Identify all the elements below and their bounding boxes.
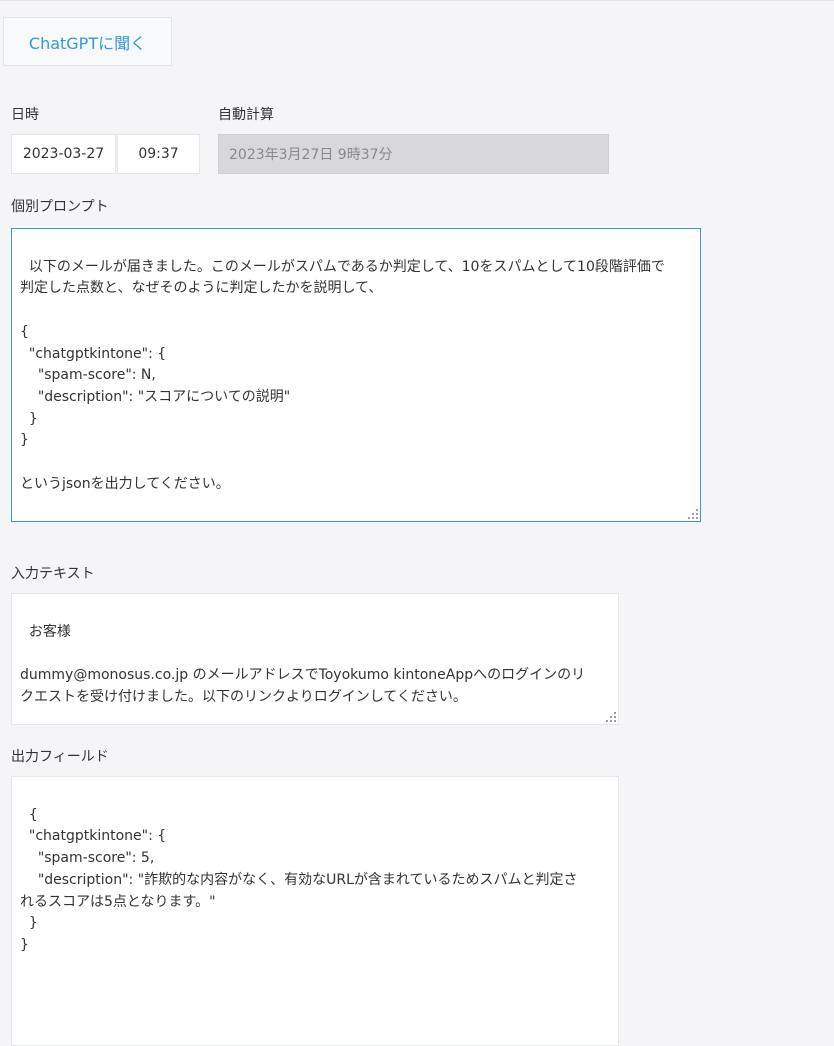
input-text: お客様 dummy@monosus.co.jp のメールアドレスでToyokum… bbox=[20, 623, 586, 705]
output-text: { "chatgptkintone": { "spam-score": 5, "… bbox=[20, 806, 578, 953]
auto-calc-field: 2023年3月27日 9時37分 bbox=[218, 134, 609, 174]
resize-grip-icon[interactable] bbox=[688, 509, 698, 519]
output-field-label: 出力フィールド bbox=[11, 749, 109, 765]
resize-grip-icon[interactable] bbox=[606, 712, 616, 722]
prompt-textarea[interactable]: 以下のメールが届きました。このメールがスパムであるか判定して、10をスパムとして… bbox=[11, 228, 701, 522]
auto-calc-label: 自動計算 bbox=[218, 107, 274, 123]
prompt-text: 以下のメールが届きました。このメールがスパムであるか判定して、10をスパムとして… bbox=[20, 258, 665, 492]
prompt-label: 個別プロンプト bbox=[11, 199, 109, 215]
time-input[interactable]: 09:37 bbox=[117, 134, 200, 174]
date-input[interactable]: 2023-03-27 bbox=[11, 134, 116, 174]
datetime-label: 日時 bbox=[11, 107, 39, 123]
input-textarea[interactable]: お客様 dummy@monosus.co.jp のメールアドレスでToyokum… bbox=[11, 593, 619, 725]
top-divider bbox=[0, 0, 834, 1]
ask-chatgpt-button[interactable]: ChatGPTに聞く bbox=[3, 17, 172, 66]
output-textarea[interactable]: { "chatgptkintone": { "spam-score": 5, "… bbox=[11, 776, 619, 1046]
input-text-label: 入力テキスト bbox=[11, 566, 95, 582]
